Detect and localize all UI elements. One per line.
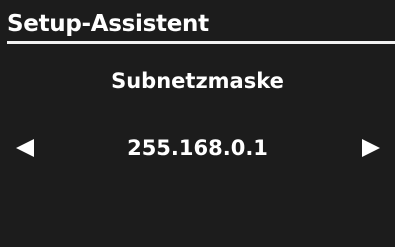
- arrow-right-icon[interactable]: [362, 139, 380, 157]
- value-selector: 255.168.0.1: [0, 134, 395, 164]
- page-title: Setup-Assistent: [7, 11, 209, 37]
- field-label: Subnetzmaske: [111, 69, 284, 93]
- field-value: 255.168.0.1: [127, 136, 268, 160]
- setup-assistant-screen: Setup-Assistent Subnetzmaske 255.168.0.1: [0, 0, 395, 247]
- title-divider: [7, 41, 395, 44]
- title-bar: Setup-Assistent: [0, 0, 395, 44]
